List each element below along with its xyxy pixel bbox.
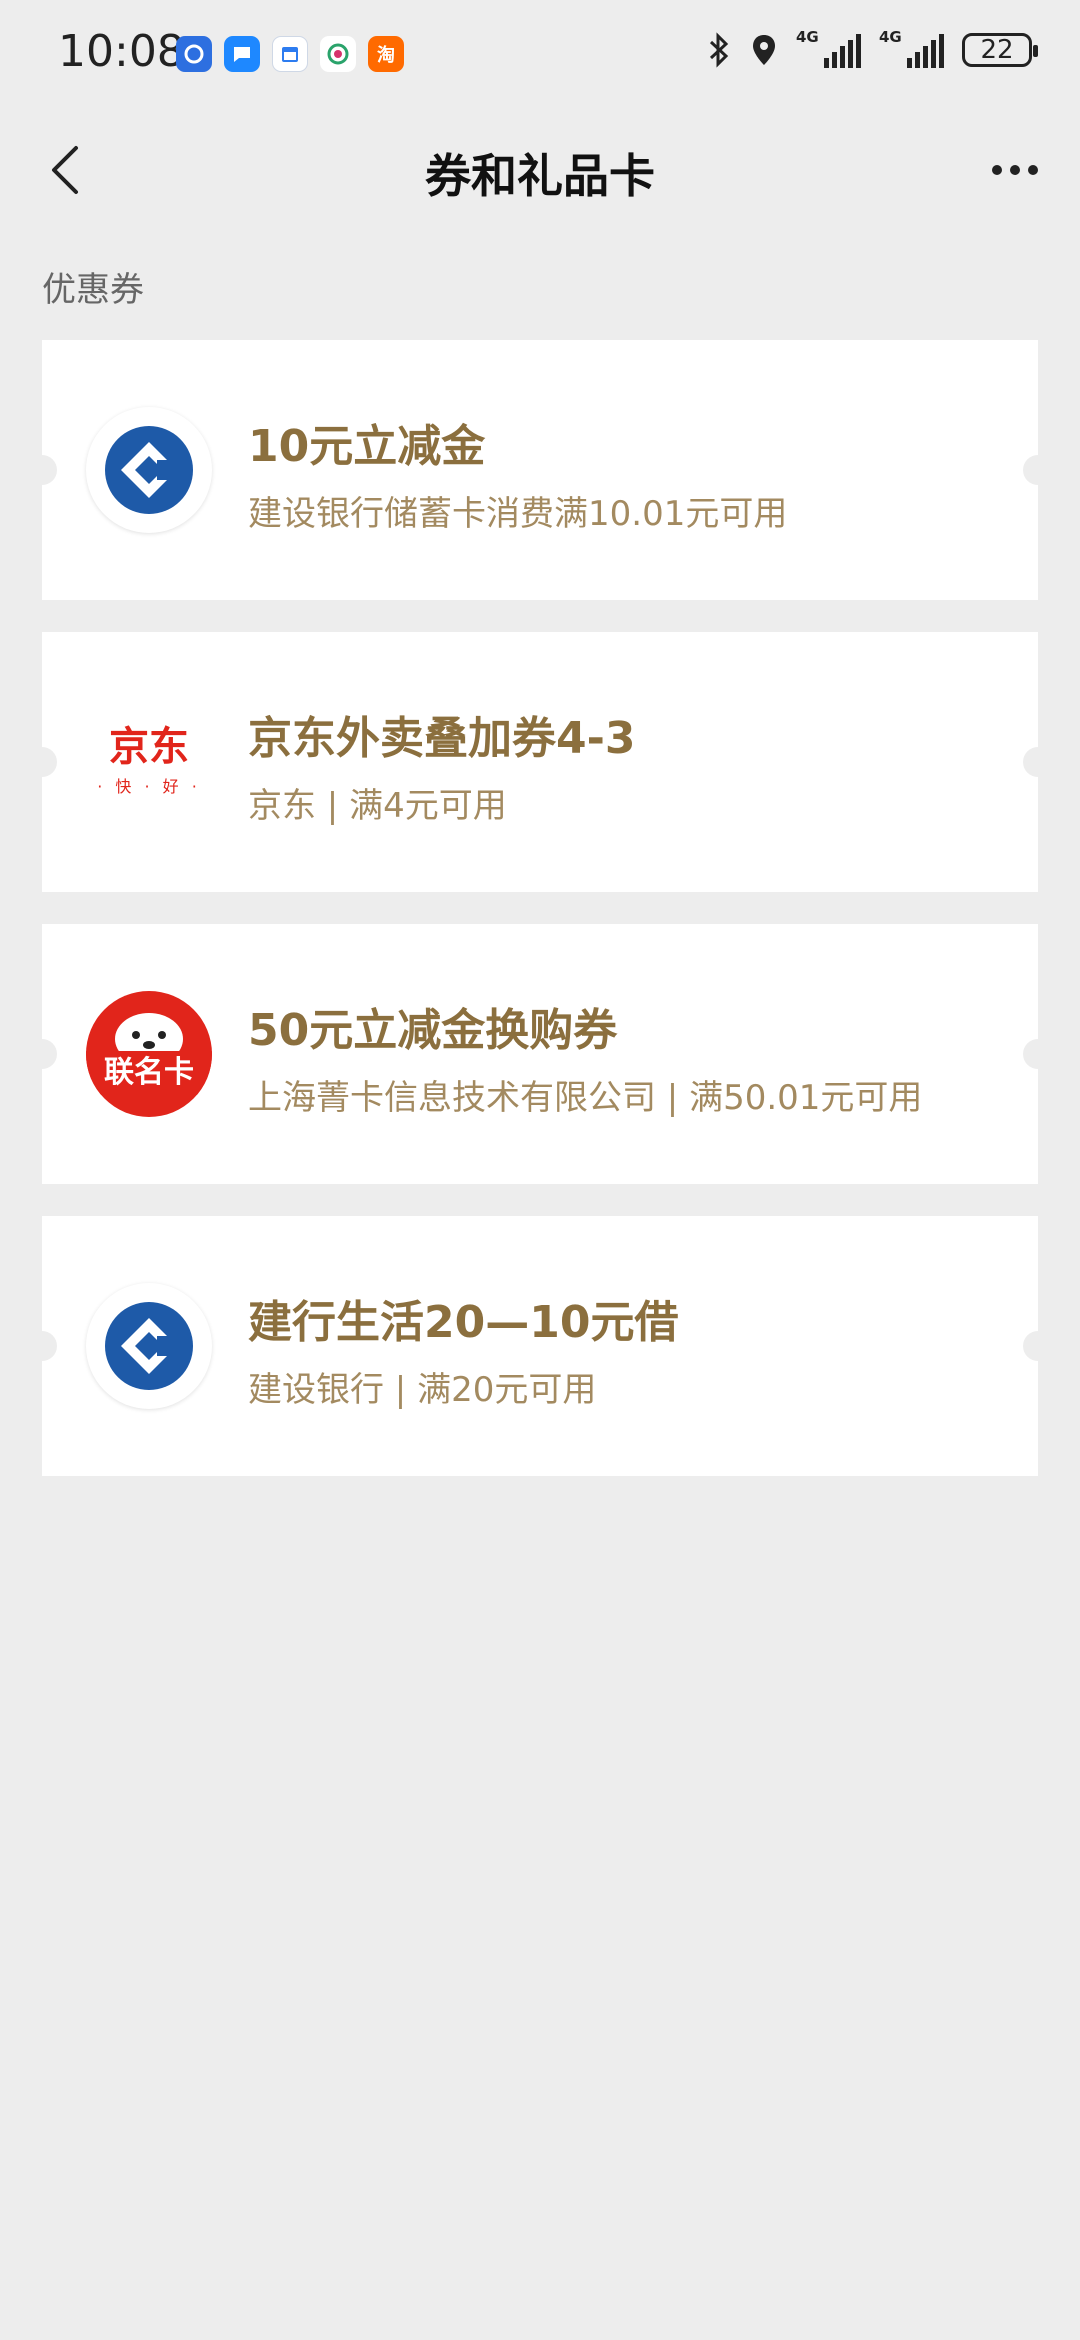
coupon-list: 10元立减金 建设银行储蓄卡消费满10.01元可用 京东 · 快 · 好 · 京… [27, 340, 1053, 1508]
app-blue-icon [176, 36, 212, 72]
jd-logo-icon: 京东 · 快 · 好 · [86, 699, 212, 825]
signal-4g-2: 4G [879, 30, 944, 68]
more-button[interactable] [980, 140, 1050, 200]
nav-header: 券和礼品卡 [0, 120, 1080, 220]
calendar-icon [272, 36, 308, 72]
signal-bars-icon [824, 34, 861, 68]
battery-icon: 22 [962, 33, 1038, 67]
coupon-title: 建行生活20—10元借 [248, 1297, 679, 1348]
coupon-title: 50元立减金换购券 [248, 1005, 618, 1056]
message-icon [224, 36, 260, 72]
more-dots-icon [992, 165, 1002, 175]
more-dots-icon [1010, 165, 1020, 175]
coupon-card[interactable]: 京东 · 快 · 好 · 京东外卖叠加券4-3 京东 | 满4元可用 [27, 632, 1053, 892]
coupon-card[interactable]: 10元立减金 建设银行储蓄卡消费满10.01元可用 [27, 340, 1053, 600]
joint-card-logo-icon: 联名卡 [86, 991, 212, 1117]
coupon-desc: 京东 | 满4元可用 [248, 786, 507, 826]
more-dots-icon [1028, 165, 1038, 175]
coupon-desc: 建设银行储蓄卡消费满10.01元可用 [248, 494, 788, 534]
status-bar: 10:08 淘 4G 4G 22 [0, 0, 1080, 110]
bluetooth-icon [709, 32, 729, 68]
coupon-title: 京东外卖叠加券4-3 [248, 713, 636, 764]
taobao-icon: 淘 [368, 36, 404, 72]
coupon-desc: 建设银行 | 满20元可用 [248, 1370, 597, 1410]
ccb-logo-icon [86, 407, 212, 533]
mobile-icon [320, 36, 356, 72]
status-right: 4G 4G 22 [706, 30, 1038, 68]
location-icon [753, 35, 775, 65]
signal-4g-1: 4G [796, 30, 861, 68]
status-time: 10:08 [58, 26, 185, 77]
status-app-icons: 淘 [176, 36, 404, 72]
coupon-desc: 上海菁卡信息技术有限公司 | 满50.01元可用 [248, 1078, 923, 1118]
page-title: 券和礼品卡 [425, 149, 655, 203]
signal-bars-icon [907, 34, 944, 68]
coupon-card[interactable]: 建行生活20—10元借 建设银行 | 满20元可用 [27, 1216, 1053, 1476]
section-label-coupons: 优惠券 [42, 270, 144, 310]
ccb-logo-icon [86, 1283, 212, 1409]
coupon-card[interactable]: 联名卡 50元立减金换购券 上海菁卡信息技术有限公司 | 满50.01元可用 [27, 924, 1053, 1184]
coupon-title: 10元立减金 [248, 421, 486, 472]
